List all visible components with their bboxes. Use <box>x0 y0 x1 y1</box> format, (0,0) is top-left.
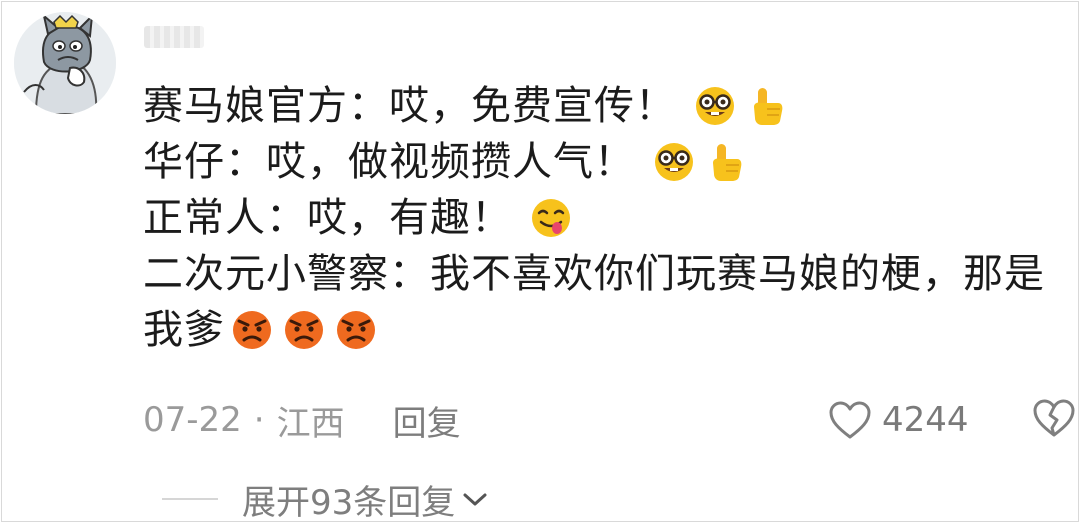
comment-line: 赛马娘官方：哎，免费宣传！ <box>143 78 1073 134</box>
comment-line-text: 二次元小警察：我不喜欢你们玩赛马娘的梗，那是 <box>143 251 1045 297</box>
pointing-up-emoji <box>754 88 783 125</box>
angry-face-emoji <box>285 311 323 349</box>
comment-line-text: 正常人：哎，有趣！ <box>143 195 512 241</box>
meta-separator: · <box>253 400 265 440</box>
comment-location: 江西 <box>276 403 345 444</box>
angry-face-emoji <box>337 311 375 349</box>
dislike-button[interactable] <box>1032 398 1076 442</box>
comment-text: 赛马娘官方：哎，免费宣传！ 华仔：哎，做视频攒人气！ 正常人：哎，有趣！ 二次元… <box>143 78 1073 358</box>
heart-outline-icon <box>829 401 871 439</box>
expand-replies-label: 展开93条回复 <box>242 482 456 523</box>
comment-date: 07-22 <box>143 400 242 440</box>
comment-line: 二次元小警察：我不喜欢你们玩赛马娘的梗，那是 <box>143 246 1073 302</box>
comment-line-text: 我爹 <box>143 307 225 353</box>
cartoon-cat-avatar-image <box>14 12 116 114</box>
savoring-food-face-emoji <box>532 199 570 237</box>
comment-card: 赛马娘官方：哎，免费宣传！ 华仔：哎，做视频攒人气！ 正常人：哎，有趣！ 二次元… <box>1 1 1079 524</box>
username-blurred[interactable] <box>144 26 204 48</box>
comment-line-text: 华仔：哎，做视频攒人气！ <box>143 139 635 185</box>
avatar[interactable] <box>14 12 116 114</box>
comment-meta: 07-22 · 江西 回复 <box>143 395 461 445</box>
reply-button[interactable]: 回复 <box>393 396 461 445</box>
comment-line: 华仔：哎，做视频攒人气！ <box>143 134 1073 190</box>
broken-heart-icon <box>1033 399 1075 437</box>
angry-face-emoji <box>233 311 271 349</box>
expand-replies-button[interactable]: 展开93条回复 <box>162 474 489 524</box>
divider <box>162 498 218 500</box>
comment-line: 正常人：哎，有趣！ <box>143 190 1073 246</box>
comment-line: 我爹 <box>143 302 1073 358</box>
like-count: 4244 <box>882 400 969 440</box>
nerd-face-emoji <box>655 143 693 181</box>
like-button[interactable]: 4244 <box>828 395 969 445</box>
chevron-down-icon <box>463 493 487 506</box>
pointing-up-emoji <box>713 144 742 181</box>
comment-line-text: 赛马娘官方：哎，免费宣传！ <box>143 83 676 129</box>
nerd-face-emoji <box>696 87 734 125</box>
